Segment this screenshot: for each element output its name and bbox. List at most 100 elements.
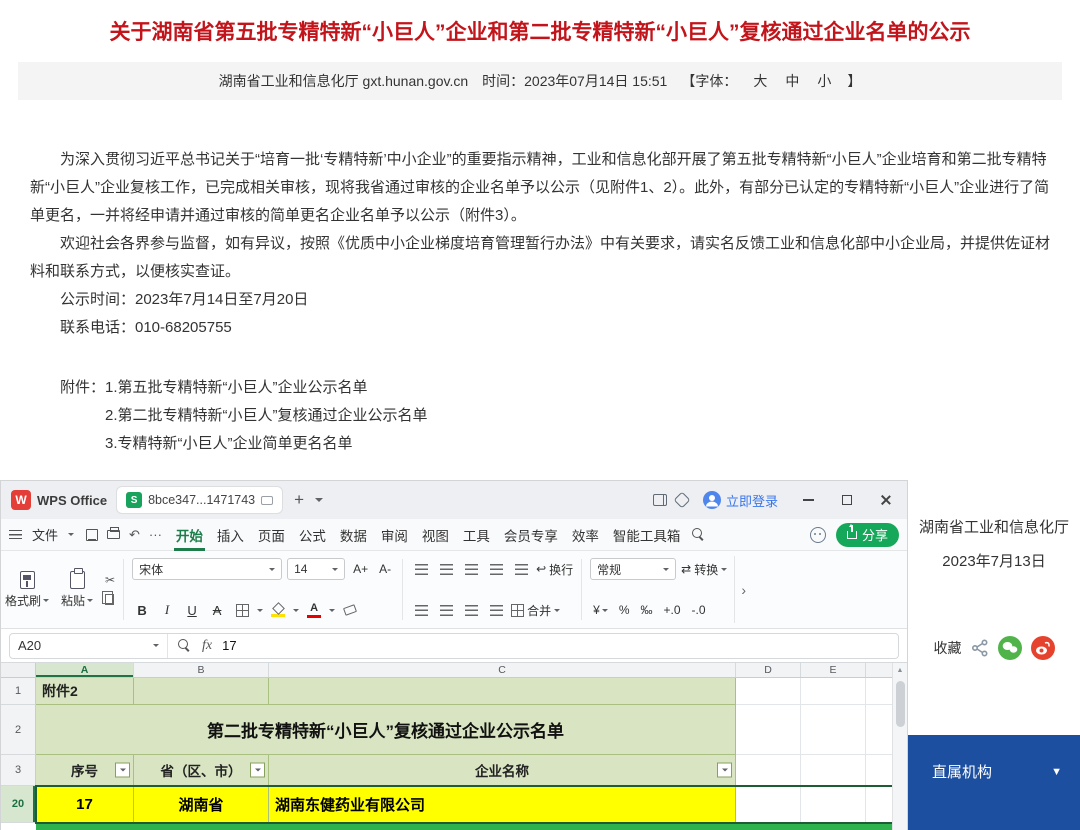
row-header-1[interactable]: 1: [1, 678, 36, 705]
currency-format-button[interactable]: ¥: [590, 604, 611, 616]
save-icon[interactable]: [86, 528, 99, 541]
column-header-c[interactable]: C: [269, 663, 736, 677]
wrap-text-button[interactable]: ↩ 换行: [536, 561, 573, 578]
window-maximize-button[interactable]: [832, 481, 862, 519]
new-tab-button[interactable]: +: [292, 490, 306, 510]
cell-a20[interactable]: 17: [36, 786, 134, 823]
italic-button[interactable]: I: [157, 599, 177, 621]
share-button[interactable]: 分享: [835, 522, 899, 547]
increase-font-button[interactable]: A+: [350, 563, 371, 575]
align-left-button[interactable]: [411, 599, 431, 621]
print-icon[interactable]: [107, 527, 121, 539]
table-header-seq[interactable]: 序号: [36, 755, 134, 786]
cell-d1[interactable]: [736, 678, 801, 705]
ribbon-tab-page[interactable]: 页面: [256, 519, 287, 551]
file-caret-icon[interactable]: [68, 533, 75, 536]
font-size-large-button[interactable]: 大: [753, 71, 767, 91]
cell-d2[interactable]: [736, 705, 801, 755]
weibo-icon[interactable]: [1030, 636, 1055, 660]
filter-button[interactable]: [250, 762, 265, 778]
thousands-separator-button[interactable]: ‰: [638, 604, 656, 616]
zoom-icon[interactable]: [178, 638, 192, 653]
ribbon-tab-tools[interactable]: 工具: [461, 519, 492, 551]
align-justify-button[interactable]: [486, 599, 506, 621]
font-size-small-button[interactable]: 小: [817, 71, 831, 91]
cell-a1[interactable]: 附件2: [36, 678, 134, 705]
cell-name-box[interactable]: A20: [18, 633, 168, 658]
ribbon-tab-efficiency[interactable]: 效率: [570, 519, 601, 551]
column-header-d[interactable]: D: [736, 663, 801, 677]
fx-insert-function[interactable]: fx: [202, 638, 212, 654]
vertical-scrollbar[interactable]: ▲: [892, 663, 907, 830]
align-top-button[interactable]: [411, 558, 431, 580]
window-minimize-button[interactable]: [793, 481, 823, 519]
column-header-a[interactable]: A: [36, 663, 134, 677]
ribbon-tab-member[interactable]: 会员专享: [502, 519, 560, 551]
document-tab[interactable]: S 8bce347...1471743: [116, 486, 284, 514]
align-center-button[interactable]: [436, 599, 456, 621]
convert-button[interactable]: ⇄ 转换: [681, 561, 728, 578]
filter-button[interactable]: [115, 762, 130, 778]
layout-toggle-icon[interactable]: [652, 494, 667, 506]
theme-icon[interactable]: [673, 491, 691, 509]
share-nodes-icon[interactable]: [971, 639, 989, 657]
favorite-button[interactable]: 收藏: [934, 638, 962, 658]
ribbon-tab-ai-toolbox[interactable]: 智能工具箱: [611, 519, 683, 551]
cell-e20[interactable]: [801, 786, 866, 823]
number-format-select[interactable]: 常规: [590, 558, 677, 580]
cell-e2[interactable]: [801, 705, 866, 755]
row-header-20[interactable]: 20: [1, 786, 36, 823]
more-commands-icon[interactable]: ···: [149, 528, 162, 541]
ribbon-tab-data[interactable]: 数据: [338, 519, 369, 551]
cell-b1[interactable]: [134, 678, 269, 705]
table-header-company[interactable]: 企业名称: [269, 755, 736, 786]
decrease-font-button[interactable]: A-: [376, 563, 394, 575]
ribbon-tab-view[interactable]: 视图: [420, 519, 451, 551]
cell-e1[interactable]: [801, 678, 866, 705]
clear-format-button[interactable]: [340, 599, 360, 621]
cell-c1[interactable]: [269, 678, 736, 705]
cell-d3[interactable]: [736, 755, 801, 786]
borders-button[interactable]: [232, 599, 252, 621]
caret-down-icon[interactable]: [293, 608, 300, 612]
decrease-indent-button[interactable]: [486, 558, 506, 580]
formula-input[interactable]: 17: [222, 638, 236, 653]
column-header-b[interactable]: B: [134, 663, 269, 677]
ribbon-expand-button[interactable]: ›: [734, 556, 752, 623]
table-title-cell[interactable]: 第二批专精特新“小巨人”复核通过企业公示名单: [36, 705, 736, 755]
underline-button[interactable]: U: [182, 599, 202, 621]
ribbon-tab-review[interactable]: 审阅: [379, 519, 410, 551]
cell-e3[interactable]: [801, 755, 866, 786]
ribbon-tab-formulas[interactable]: 公式: [297, 519, 328, 551]
fill-color-button[interactable]: [268, 599, 288, 621]
cell-b20[interactable]: 湖南省: [134, 786, 269, 823]
align-bottom-button[interactable]: [461, 558, 481, 580]
cell-c20[interactable]: 湖南东健药业有限公司: [269, 786, 736, 823]
align-middle-button[interactable]: [436, 558, 456, 580]
font-color-button[interactable]: A: [304, 599, 324, 621]
cell-d20[interactable]: [736, 786, 801, 823]
wechat-icon[interactable]: [997, 636, 1022, 660]
select-all-corner[interactable]: [1, 663, 36, 677]
window-close-button[interactable]: [871, 481, 901, 519]
ribbon-tab-insert[interactable]: 插入: [215, 519, 246, 551]
format-painter-button[interactable]: 格式刷: [5, 570, 49, 609]
directory-section[interactable]: 直属机构 ▼: [908, 735, 1080, 830]
column-header-e[interactable]: E: [801, 663, 866, 677]
caret-down-icon[interactable]: [329, 608, 336, 612]
tab-list-caret-icon[interactable]: [315, 498, 324, 502]
cut-button[interactable]: ✂: [105, 574, 115, 586]
hamburger-icon[interactable]: [9, 530, 22, 539]
percent-format-button[interactable]: %: [616, 604, 633, 616]
login-button[interactable]: 立即登录: [702, 491, 778, 510]
table-header-province[interactable]: 省（区、市）: [134, 755, 269, 786]
filter-button[interactable]: [717, 762, 732, 778]
bold-button[interactable]: B: [132, 599, 152, 621]
increase-indent-button[interactable]: [511, 558, 531, 580]
paste-button[interactable]: 粘贴: [55, 568, 99, 609]
align-right-button[interactable]: [461, 599, 481, 621]
ribbon-tab-home[interactable]: 开始: [173, 519, 205, 551]
file-menu[interactable]: 文件: [32, 525, 58, 544]
scroll-up-icon[interactable]: ▲: [893, 663, 907, 677]
row-header-3[interactable]: 3: [1, 755, 36, 786]
